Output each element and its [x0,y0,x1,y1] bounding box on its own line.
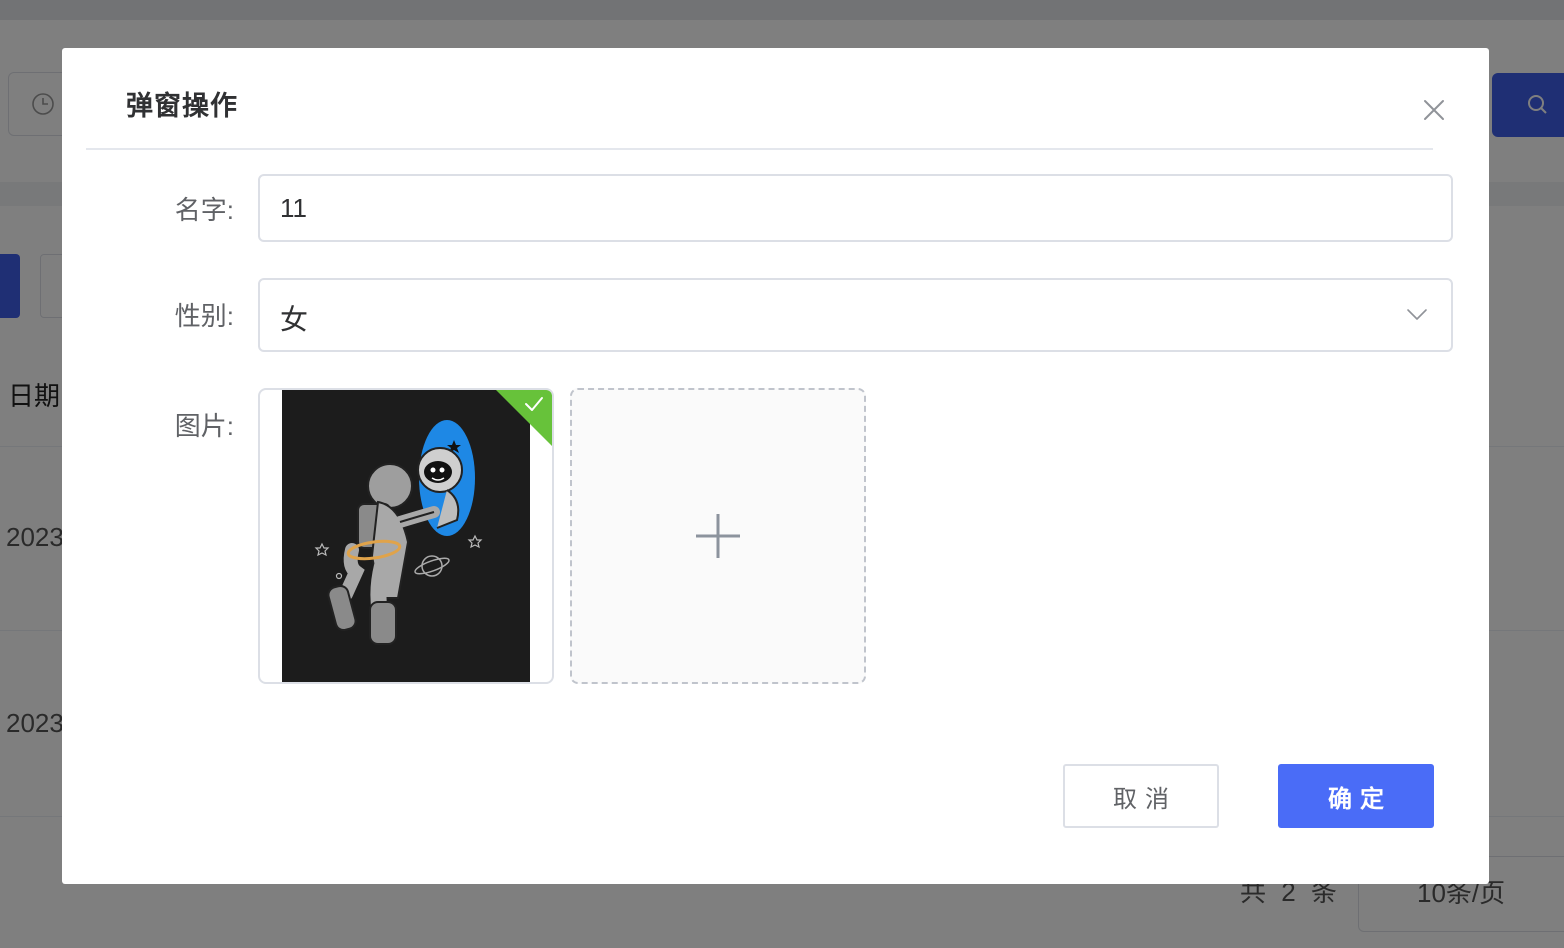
cancel-button[interactable]: 取消 [1063,764,1219,828]
dialog: 弹窗操作 名字: 性别: 女 图片: [62,48,1489,884]
close-icon[interactable] [1418,94,1450,126]
gender-select[interactable]: 女 [258,278,1453,352]
plus-icon [696,514,740,558]
upload-image-button[interactable] [570,388,866,684]
name-field-wrapper [258,174,1453,242]
uploaded-image-item[interactable] [258,388,554,684]
name-label: 名字: [174,195,234,225]
confirm-button[interactable]: 确定 [1278,764,1434,828]
name-input[interactable] [260,176,1451,240]
astronaut-image [282,390,530,682]
gender-label: 性别: [174,301,234,331]
gender-select-value: 女 [280,304,309,335]
image-label: 图片: [174,411,234,441]
header-divider [86,148,1433,150]
dialog-title: 弹窗操作 [126,91,238,121]
success-check-icon [496,390,552,446]
chevron-down-icon [1407,309,1427,320]
